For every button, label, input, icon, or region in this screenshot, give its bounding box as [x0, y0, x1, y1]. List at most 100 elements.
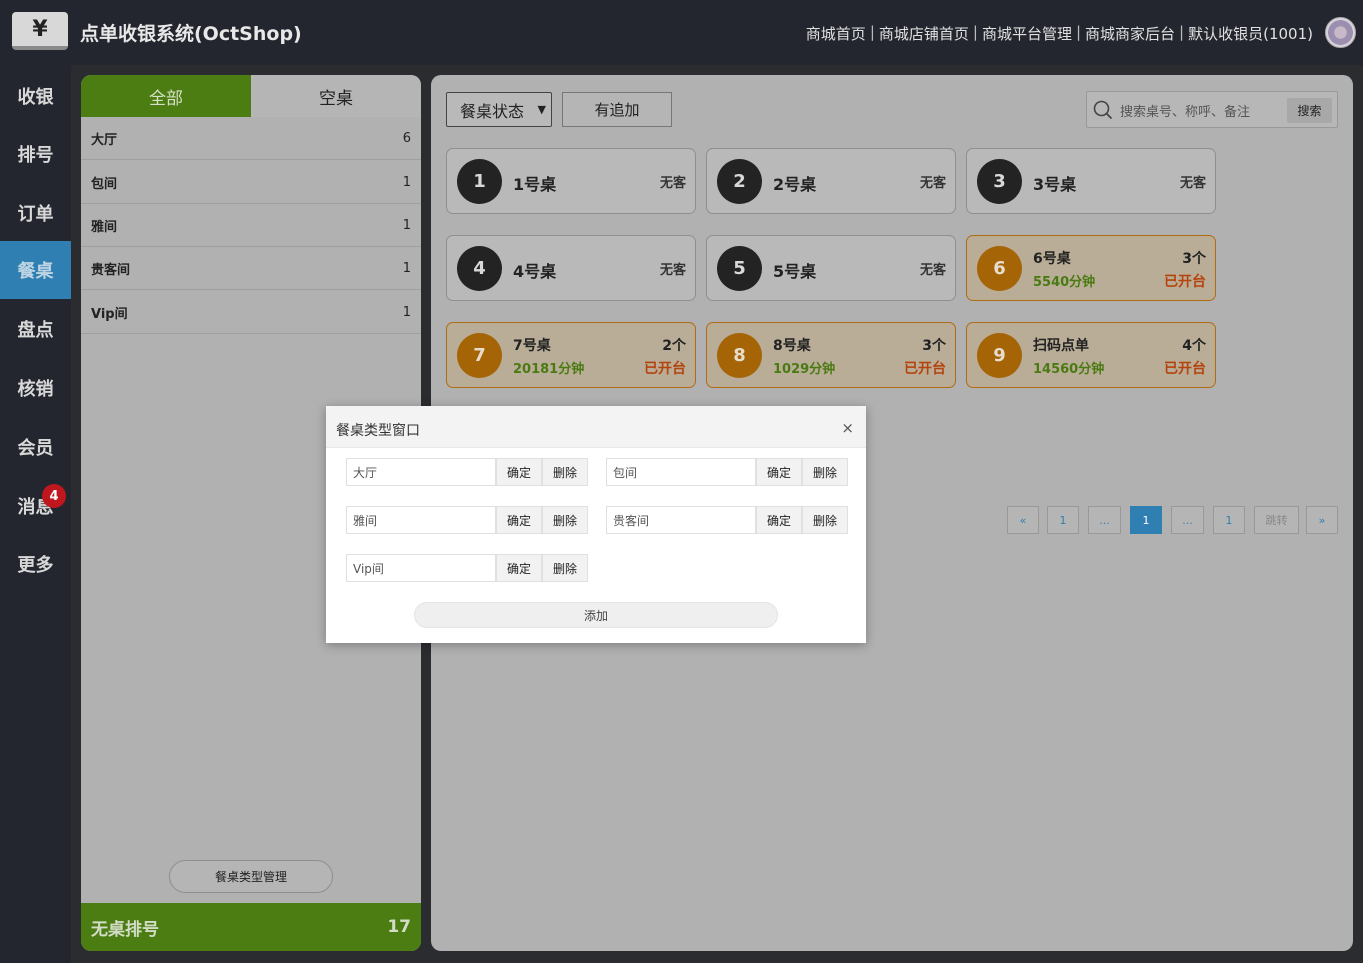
category-name: 雅间 [91, 219, 118, 235]
table-card[interactable]: 5 5号桌 无客 [706, 235, 956, 301]
category-tabs: 全部 空桌 [81, 75, 421, 117]
pager-prev-button[interactable]: « [1007, 506, 1039, 534]
table-duration: 14560分钟 [1033, 362, 1105, 377]
add-type-button[interactable]: 添加 [414, 602, 778, 628]
category-count: 1 [402, 217, 411, 233]
sidebar-item-verify[interactable]: 核销 [0, 359, 71, 417]
dialog-header: 餐桌类型窗口 × [326, 406, 866, 448]
category-row[interactable]: 雅间 1 [81, 204, 421, 247]
table-card[interactable]: 8 8号桌 3个 1029分钟 已开台 [706, 322, 956, 388]
search-input[interactable]: 搜索桌号、称呼、备注 [1120, 101, 1285, 120]
avatar[interactable] [1325, 17, 1356, 48]
table-number: 4 [457, 246, 502, 291]
table-name: 1号桌 [513, 175, 557, 194]
sidebar-item-tables[interactable]: 餐桌 [0, 241, 71, 299]
delete-button[interactable]: 删除 [542, 458, 588, 486]
table-type-input[interactable]: 贵客间 [606, 506, 756, 534]
table-name: 扫码点单 [1033, 338, 1089, 354]
pager-jump-input[interactable]: 跳转 [1254, 506, 1299, 534]
table-type-dialog: 餐桌类型窗口 × 大厅 确定 删除 包间 确定 删除 雅间 确定 删除 贵客间 … [326, 406, 866, 643]
table-name: 2号桌 [773, 175, 817, 194]
delete-button[interactable]: 删除 [802, 458, 848, 486]
category-row[interactable]: 大厅 6 [81, 117, 421, 160]
tab-all[interactable]: 全部 [81, 75, 251, 117]
table-card[interactable]: 3 3号桌 无客 [966, 148, 1216, 214]
category-count: 1 [402, 174, 411, 190]
table-duration: 20181分钟 [513, 362, 585, 377]
table-card[interactable]: 6 6号桌 3个 5540分钟 已开台 [966, 235, 1216, 301]
table-name: 5号桌 [773, 262, 817, 281]
search-button[interactable]: 搜索 [1287, 98, 1332, 123]
table-type-input[interactable]: 雅间 [346, 506, 496, 534]
category-row[interactable]: Vip间 1 [81, 291, 421, 334]
yen-logo-icon[interactable]: ¥ [12, 12, 68, 50]
confirm-button[interactable]: 确定 [496, 458, 542, 486]
pager-last-page[interactable]: 1 [1213, 506, 1245, 534]
pager-next-button[interactable]: » [1306, 506, 1338, 534]
confirm-button[interactable]: 确定 [496, 506, 542, 534]
nav-link-store-home[interactable]: 商城店铺首页 [879, 23, 969, 44]
queue-label: 无桌排号 [91, 919, 159, 940]
delete-button[interactable]: 删除 [542, 506, 588, 534]
table-guest-count: 3个 [1182, 251, 1206, 267]
category-name: 大厅 [91, 132, 118, 148]
category-count: 1 [402, 260, 411, 276]
sidebar-item-orders[interactable]: 订单 [0, 184, 71, 242]
table-open-status: 已开台 [904, 361, 946, 377]
left-sidebar: 收银 排号 订单 餐桌 盘点 核销 会员 消息 4 更多 [0, 65, 71, 963]
table-open-status: 已开台 [1164, 361, 1206, 377]
nav-separator: | [972, 23, 978, 41]
confirm-button[interactable]: 确定 [496, 554, 542, 582]
top-header: ¥ 点单收银系统(OctShop) 商城首页 | 商城店铺首页 | 商城平台管理… [0, 0, 1363, 65]
sidebar-item-queue[interactable]: 排号 [0, 125, 71, 183]
table-guest-status: 无客 [919, 263, 946, 278]
category-name: Vip间 [91, 306, 128, 322]
table-number: 6 [977, 246, 1022, 291]
delete-button[interactable]: 删除 [542, 554, 588, 582]
nav-link-platform-admin[interactable]: 商城平台管理 [982, 23, 1072, 44]
table-card[interactable]: 2 2号桌 无客 [706, 148, 956, 214]
table-type-input[interactable]: Vip间 [346, 554, 496, 582]
nav-separator: | [1179, 23, 1185, 41]
table-type-input[interactable]: 包间 [606, 458, 756, 486]
sidebar-item-more[interactable]: 更多 [0, 535, 71, 593]
table-name: 4号桌 [513, 262, 557, 281]
table-card[interactable]: 7 7号桌 2个 20181分钟 已开台 [446, 322, 696, 388]
tab-empty-tables[interactable]: 空桌 [251, 75, 421, 117]
table-status-select[interactable]: 餐桌状态 ▼ [446, 92, 552, 127]
pager-current-page[interactable]: 1 [1130, 506, 1162, 534]
table-type-row: 贵客间 确定 删除 [606, 506, 848, 534]
close-icon[interactable]: × [841, 419, 854, 437]
table-open-status: 已开台 [1164, 274, 1206, 290]
category-row[interactable]: 贵客间 1 [81, 247, 421, 290]
sidebar-item-cashier[interactable]: 收银 [0, 67, 71, 125]
sidebar-item-members[interactable]: 会员 [0, 418, 71, 476]
table-type-input[interactable]: 大厅 [346, 458, 496, 486]
nav-cashier-user[interactable]: 默认收银员(1001) [1188, 23, 1313, 44]
table-name: 7号桌 [513, 338, 551, 354]
pager-ellipsis: ... [1171, 506, 1204, 534]
chevron-down-icon: ▼ [537, 103, 546, 116]
table-number: 9 [977, 333, 1022, 378]
table-card[interactable]: 9 扫码点单 4个 14560分钟 已开台 [966, 322, 1216, 388]
table-card[interactable]: 4 4号桌 无客 [446, 235, 696, 301]
table-number: 5 [717, 246, 762, 291]
category-count: 1 [402, 304, 411, 320]
table-name: 3号桌 [1033, 175, 1077, 194]
has-addition-button[interactable]: 有追加 [562, 92, 672, 127]
no-table-queue-bar[interactable]: 无桌排号 17 [81, 903, 421, 951]
table-number: 2 [717, 159, 762, 204]
table-duration: 5540分钟 [1033, 275, 1096, 290]
table-type-manage-button[interactable]: 餐桌类型管理 [169, 860, 333, 893]
confirm-button[interactable]: 确定 [756, 458, 802, 486]
search-box: 搜索桌号、称呼、备注 搜索 [1086, 91, 1338, 128]
nav-link-mall-home[interactable]: 商城首页 [806, 23, 866, 44]
delete-button[interactable]: 删除 [802, 506, 848, 534]
nav-link-merchant-admin[interactable]: 商城商家后台 [1085, 23, 1175, 44]
confirm-button[interactable]: 确定 [756, 506, 802, 534]
category-row[interactable]: 包间 1 [81, 161, 421, 204]
sidebar-item-inventory[interactable]: 盘点 [0, 300, 71, 358]
table-number: 7 [457, 333, 502, 378]
table-card[interactable]: 1 1号桌 无客 [446, 148, 696, 214]
pager-first-page[interactable]: 1 [1047, 506, 1079, 534]
